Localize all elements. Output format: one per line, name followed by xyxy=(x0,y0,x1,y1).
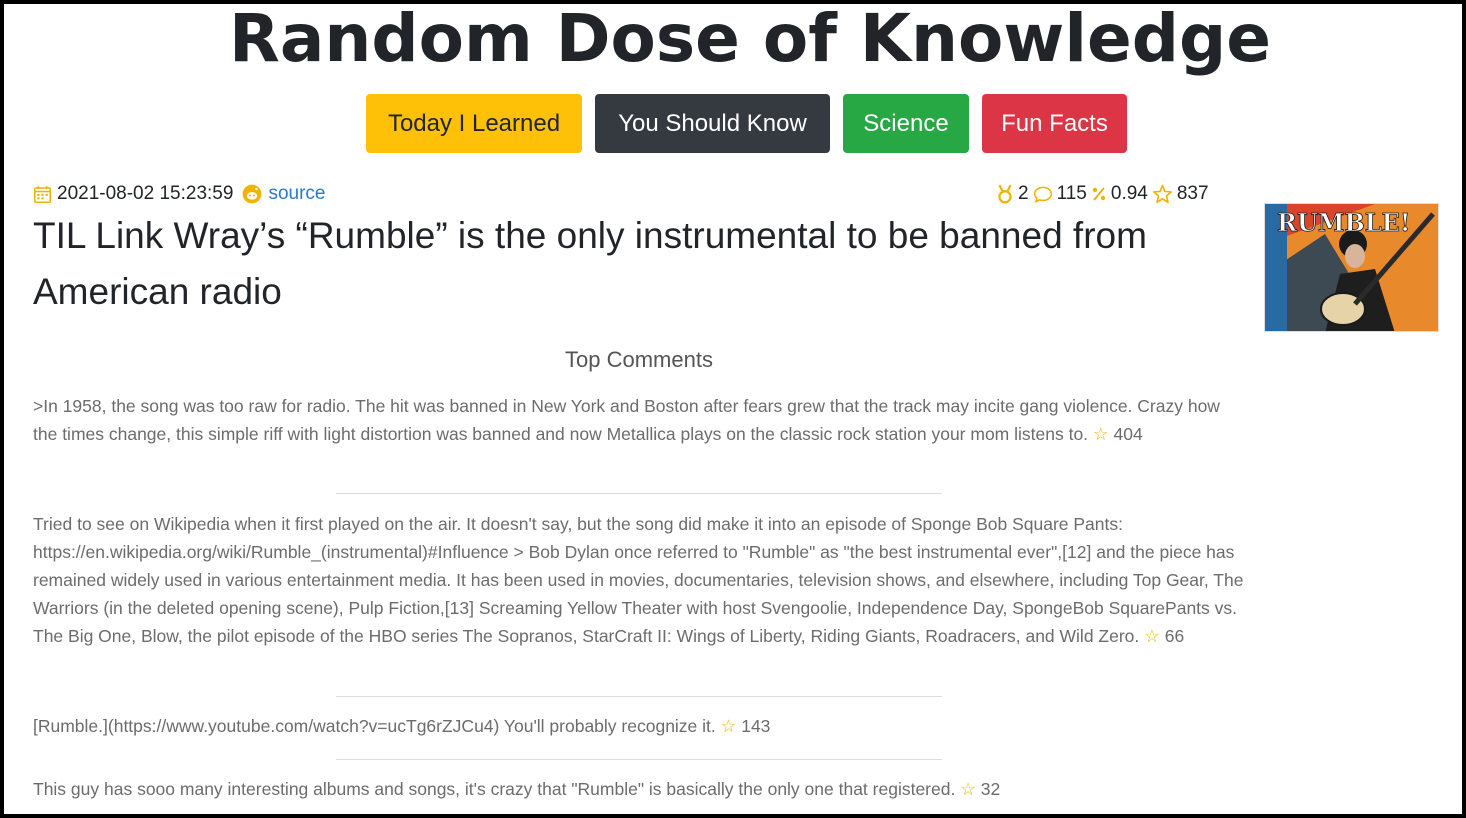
thumbnail-image: RUMBLE! xyxy=(1265,204,1438,331)
nav-today-i-learned-button[interactable]: Today I Learned xyxy=(366,94,582,153)
upvote-ratio: 0.94 xyxy=(1110,183,1148,204)
awards-count: 2 xyxy=(1018,183,1029,204)
nav-science-button[interactable]: Science xyxy=(843,94,969,153)
source-link[interactable]: source xyxy=(268,183,325,205)
star-icon xyxy=(1152,184,1172,204)
comment-score: 32 xyxy=(980,779,1001,799)
comment-score: 143 xyxy=(741,716,771,736)
comment-score: 66 xyxy=(1164,626,1185,646)
comment-text: Tried to see on Wikipedia when it first … xyxy=(33,514,1244,646)
page: Random Dose of Knowledge Today I Learned… xyxy=(4,4,1462,814)
nav-fun-facts-button[interactable]: Fun Facts xyxy=(982,94,1127,153)
thumbnail-label: RUMBLE! xyxy=(1277,208,1410,237)
site-title: Random Dose of Knowledge xyxy=(229,4,1271,77)
comment-divider xyxy=(336,696,942,697)
top-comments-heading: Top Comments xyxy=(565,347,713,372)
comment-icon xyxy=(1033,186,1052,203)
comment: This guy has sooo many interesting album… xyxy=(33,775,1248,803)
calendar-icon xyxy=(34,185,51,203)
comment-divider xyxy=(336,493,942,494)
post-thumbnail[interactable]: RUMBLE! xyxy=(1264,203,1439,332)
post-score: 837 xyxy=(1176,183,1209,204)
comments-count: 115 xyxy=(1056,183,1087,204)
comment: >In 1958, the song was too raw for radio… xyxy=(33,392,1248,448)
nav-you-should-know-button[interactable]: You Should Know xyxy=(595,94,830,153)
post-title: TIL Link Wray’s “Rumble” is the only ins… xyxy=(33,215,1147,312)
comment-score: 404 xyxy=(1113,424,1143,444)
star-icon: ☆ xyxy=(1144,626,1160,646)
star-icon: ☆ xyxy=(720,716,737,736)
percent-icon xyxy=(1092,187,1106,201)
post-meta-left: 2021-08-02 15:23:59 source xyxy=(33,182,325,206)
category-nav: Today I Learned You Should Know Science … xyxy=(366,94,1127,153)
comment: Tried to see on Wikipedia when it first … xyxy=(33,510,1248,650)
comment-text: [Rumble.](https://www.youtube.com/watch?… xyxy=(33,716,716,736)
medal-icon xyxy=(998,184,1012,204)
comment: [Rumble.](https://www.youtube.com/watch?… xyxy=(33,712,1248,740)
reddit-icon xyxy=(243,184,262,204)
star-icon: ☆ xyxy=(960,779,976,799)
star-icon: ☆ xyxy=(1092,424,1109,444)
post-stats: 2 115 0.94 837 xyxy=(996,182,1213,206)
comment-divider xyxy=(336,759,942,760)
post-date: 2021-08-02 15:23:59 xyxy=(57,183,234,204)
comment-text: >In 1958, the song was too raw for radio… xyxy=(33,396,1220,444)
comment-text: This guy has sooo many interesting album… xyxy=(33,779,956,799)
